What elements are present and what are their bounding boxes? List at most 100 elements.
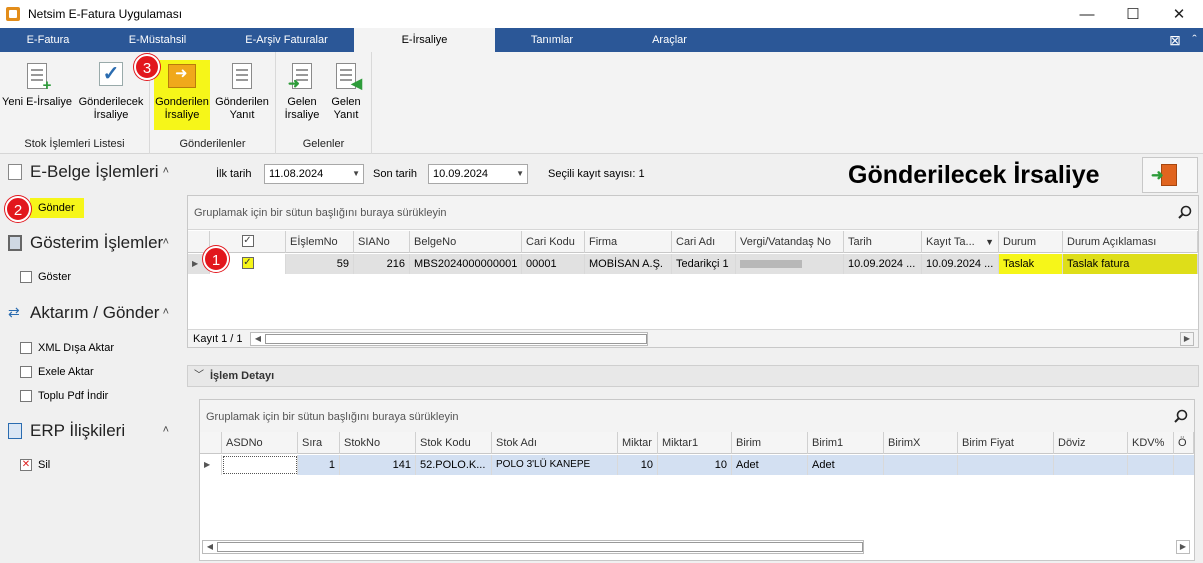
col-tarih[interactable]: Tarih (844, 231, 922, 253)
gelen-irsaliye-label-2: İrsaliye (284, 109, 320, 121)
collapse-caret-icon[interactable]: ˄ (163, 165, 169, 177)
col-stok-kodu[interactable]: Stok Kodu (416, 432, 492, 454)
tab-e-mustahsil[interactable]: E-Müstahsil (96, 28, 219, 52)
search-icon[interactable] (1178, 205, 1192, 219)
group-panel-hint[interactable]: Gruplamak için bir sütun başlığını buray… (200, 400, 1194, 434)
gelen-yanit-label-2: Yanıt (333, 109, 359, 121)
table-row[interactable]: ▶ ✓ 59 216 MBS2024000000001 00001 MOBİSA… (188, 254, 1198, 274)
gonderilen-yanit-label-2: Yanıt (229, 109, 255, 121)
col-eislemno[interactable]: EİşlemNo (286, 231, 354, 253)
col-siano[interactable]: SIANo (354, 231, 410, 253)
col-durum-aciklama[interactable]: Durum Açıklaması (1063, 231, 1198, 253)
ribbon-group-label: Gelenler (302, 138, 345, 150)
tab-e-fatura[interactable]: E-Fatura (0, 28, 96, 52)
close-doc-icon[interactable]: ⊠ (1164, 28, 1186, 52)
islem-detayi-header[interactable]: ﹀ İşlem Detayı (187, 365, 1199, 387)
new-irsaliye-button[interactable]: + Yeni E-İrsaliye (2, 60, 72, 130)
end-date-value: 10.09.2024 (433, 168, 489, 180)
col-asdno[interactable]: ASDNo (222, 432, 298, 454)
scroll-right-icon[interactable]: ▶ (1176, 540, 1190, 554)
sidebar-section-gosterim[interactable]: Gösterim İşlemler ˄ (0, 230, 185, 256)
ribbon: + Yeni E-İrsaliye ✓ Gönderilecek İrsaliy… (0, 52, 1203, 154)
grid-footer: Kayıt 1 / 1 ◀ ▶ (188, 329, 1198, 347)
col-firma[interactable]: Firma (585, 231, 672, 253)
gonderilen-yanit-label-1: Gönderilen (215, 96, 269, 108)
gonderilen-yanit-button[interactable]: Gönderilen Yanıt (212, 60, 272, 130)
col-cari-adi[interactable]: Cari Adı (672, 231, 736, 253)
sidebar-item-goster[interactable]: Göster (20, 267, 71, 287)
collapse-chevron-icon[interactable]: ﹀ (194, 366, 204, 386)
col-kayit-tarihi[interactable]: Kayıt Ta... ▼ (922, 231, 999, 253)
col-truncated[interactable]: Ö (1174, 432, 1194, 454)
grid-icon (20, 271, 32, 283)
search-icon[interactable] (1174, 409, 1188, 423)
scroll-thumb[interactable] (217, 542, 863, 552)
start-date-field[interactable]: 11.08.2024 ▼ (264, 164, 364, 184)
cell-firma: MOBİSAN A.Ş. (585, 254, 672, 274)
cell-stok-adi: POLO 3'LÜ KANEPE (492, 455, 618, 475)
cell-durum: Taslak (999, 254, 1063, 274)
col-birimx[interactable]: BirimX (884, 432, 958, 454)
step-badge-3: 3 (134, 54, 160, 80)
col-birim1[interactable]: Birim1 (808, 432, 884, 454)
col-stokno[interactable]: StokNo (340, 432, 416, 454)
col-sira[interactable]: Sıra (298, 432, 340, 454)
exit-button[interactable]: ➜ (1142, 157, 1198, 193)
gelen-irsaliye-label-1: Gelen (287, 96, 317, 108)
gonderilen-irsaliye-button[interactable]: Gonderilen İrsaliye (154, 60, 210, 130)
ribbon-group-stok: + Yeni E-İrsaliye ✓ Gönderilecek İrsaliy… (0, 52, 150, 154)
collapse-ribbon-icon[interactable]: ˆ (1186, 28, 1203, 52)
sidebar-section-aktarim[interactable]: ⇄ Aktarım / Gönder ˄ (0, 300, 185, 326)
cell-kdv (1128, 455, 1174, 475)
collapse-caret-icon[interactable]: ˄ (163, 236, 169, 248)
minimize-button[interactable]: — (1064, 0, 1110, 28)
sidebar-item-xml[interactable]: XML Dışa Aktar (20, 338, 114, 358)
tab-tanimlar[interactable]: Tanımlar (495, 28, 609, 52)
cell-asdno[interactable] (222, 455, 298, 475)
tab-araclar[interactable]: Araçlar (609, 28, 730, 52)
col-kdv[interactable]: KDV% (1128, 432, 1174, 454)
col-doviz[interactable]: Döviz (1054, 432, 1128, 454)
gelen-yanit-button[interactable]: ◀ Gelen Yanıt (326, 60, 366, 130)
detail-row[interactable]: ▶ 1 141 52.POLO.K... POLO 3'LÜ KANEPE 10… (200, 455, 1194, 475)
sidebar-section-erp[interactable]: ERP İlişkileri ˄ (0, 418, 185, 444)
close-button[interactable]: ✕ (1156, 0, 1202, 28)
tab-e-irsaliye[interactable]: E-İrsaliye (354, 28, 495, 52)
maximize-button[interactable]: ☐ (1110, 0, 1156, 28)
select-all-checkbox[interactable]: ✓ (241, 235, 254, 248)
ribbon-group-label: Gönderilenler (179, 138, 246, 150)
gelen-irsaliye-button[interactable]: ➜ Gelen İrsaliye (280, 60, 324, 130)
col-stok-adi[interactable]: Stok Adı (492, 432, 618, 454)
col-durum[interactable]: Durum (999, 231, 1063, 253)
page-title: Gönderilecek İrsaliye (848, 161, 1100, 189)
sidebar-item-excel[interactable]: Exele Aktar (20, 362, 94, 382)
folder-arrow-icon (166, 60, 198, 92)
scroll-left-icon[interactable]: ◀ (203, 541, 217, 553)
col-birim-fiyat[interactable]: Birim Fiyat (958, 432, 1054, 454)
col-miktar1[interactable]: Miktar1 (658, 432, 732, 454)
col-birim[interactable]: Birim (732, 432, 808, 454)
scroll-thumb[interactable] (265, 334, 647, 344)
collapse-caret-icon[interactable]: ˄ (163, 306, 169, 318)
collapse-caret-icon[interactable]: ˄ (163, 424, 169, 436)
sidebar-item-pdf[interactable]: Toplu Pdf İndir (20, 386, 108, 406)
sidebar-section-ebelge[interactable]: E-Belge İşlemleri ˄ (0, 159, 185, 185)
col-vergi-no[interactable]: Vergi/Vatandaş No (736, 231, 844, 253)
group-panel-hint[interactable]: Gruplamak için bir sütun başlığını buray… (188, 196, 1198, 230)
scroll-left-icon[interactable]: ◀ (251, 333, 265, 345)
sidebar-item-gonder[interactable]: Gönder (30, 198, 84, 218)
detail-horizontal-scrollbar[interactable]: ◀ (202, 540, 864, 554)
col-belgeno[interactable]: BelgeNo (410, 231, 522, 253)
gonderilecek-label-1: Gönderilecek (78, 96, 144, 108)
excel-icon (20, 366, 32, 378)
row-checkbox[interactable]: ✓ (241, 257, 254, 270)
scroll-right-icon[interactable]: ▶ (1180, 332, 1194, 346)
tab-e-arsiv[interactable]: E-Arşiv Faturalar (219, 28, 354, 52)
col-cari-kodu[interactable]: Cari Kodu (522, 231, 585, 253)
detail-title: İşlem Detayı (210, 370, 275, 382)
sidebar-item-sil[interactable]: ✕ Sil (20, 455, 50, 475)
col-miktar[interactable]: Miktar (618, 432, 658, 454)
horizontal-scrollbar[interactable]: ◀ (250, 332, 648, 346)
end-date-field[interactable]: 10.09.2024 ▼ (428, 164, 528, 184)
cell-belgeno: MBS2024000000001 (410, 254, 522, 274)
